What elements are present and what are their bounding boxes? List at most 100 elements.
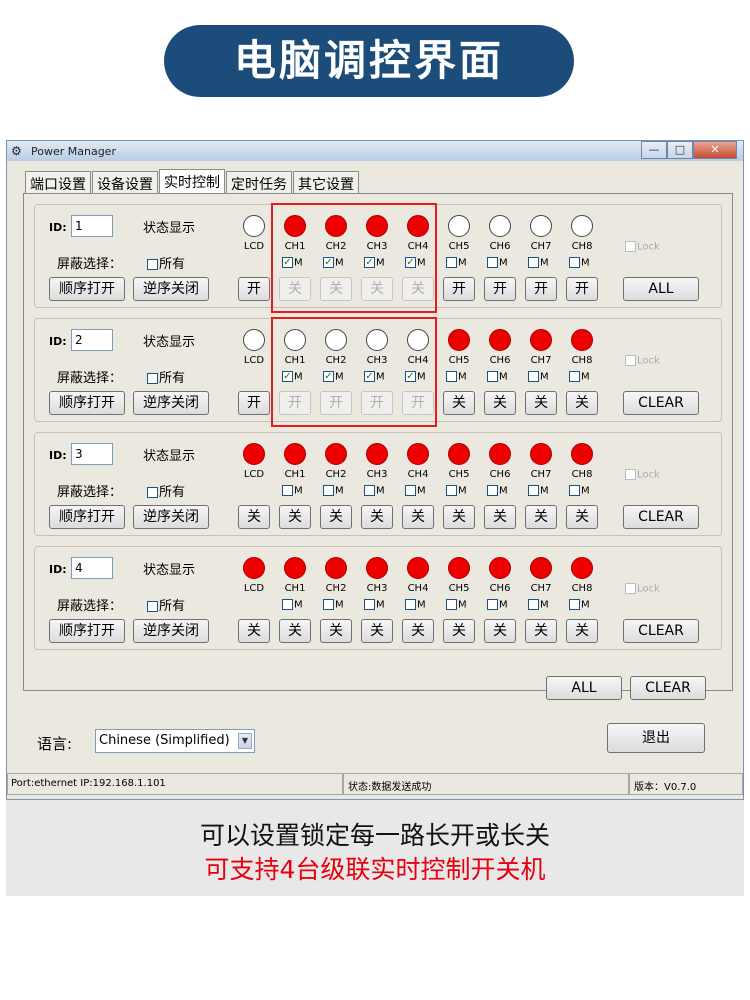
mask-checkbox-ch8[interactable]: M	[569, 485, 590, 497]
select-all-checkbox[interactable]: 所有	[147, 253, 185, 272]
checkbox-box[interactable]	[487, 599, 498, 610]
select-all-checkbox[interactable]: 所有	[147, 481, 185, 500]
sequential-open-button[interactable]: 顺序打开	[49, 391, 125, 415]
switch-button-ch8[interactable]: 关	[566, 505, 598, 529]
switch-button-ch5[interactable]: 关	[443, 391, 475, 415]
sequential-open-button[interactable]: 顺序打开	[49, 619, 125, 643]
mask-checkbox-ch6[interactable]: M	[487, 599, 508, 611]
tab-4[interactable]: 其它设置	[293, 171, 359, 193]
switch-button-ch4[interactable]: 关	[402, 619, 434, 643]
mask-checkbox-ch6[interactable]: M	[487, 485, 508, 497]
tab-0[interactable]: 端口设置	[25, 171, 91, 193]
switch-button-ch3[interactable]: 关	[361, 619, 393, 643]
sequential-open-button[interactable]: 顺序打开	[49, 277, 125, 301]
checkbox-box[interactable]	[323, 485, 334, 496]
mask-checkbox-ch2[interactable]: M	[323, 485, 344, 497]
reverse-close-button[interactable]: 逆序关闭	[133, 505, 209, 529]
chevron-down-icon[interactable]: ▼	[238, 733, 252, 749]
exit-button[interactable]: 退出	[607, 723, 705, 753]
tab-2[interactable]: 实时控制	[159, 169, 225, 193]
device-id-input[interactable]: 1	[71, 215, 113, 237]
device-id-input[interactable]: 2	[71, 329, 113, 351]
checkbox-box[interactable]	[147, 487, 158, 498]
checkbox-box[interactable]	[282, 599, 293, 610]
mask-checkbox-ch4[interactable]: M	[405, 485, 426, 497]
checkbox-box[interactable]	[405, 599, 416, 610]
mask-checkbox-ch8[interactable]: M	[569, 371, 590, 383]
mask-checkbox-ch8[interactable]: M	[569, 599, 590, 611]
tab-3[interactable]: 定时任务	[226, 171, 292, 193]
reverse-close-button[interactable]: 逆序关闭	[133, 277, 209, 301]
device-id-input[interactable]: 4	[71, 557, 113, 579]
mask-checkbox-ch8[interactable]: M	[569, 257, 590, 269]
switch-button-ch8[interactable]: 开	[566, 277, 598, 301]
checkbox-box[interactable]	[569, 485, 580, 496]
device-id-input[interactable]: 3	[71, 443, 113, 465]
checkbox-box[interactable]	[528, 371, 539, 382]
mask-checkbox-ch1[interactable]: M	[282, 485, 303, 497]
checkbox-box[interactable]	[364, 485, 375, 496]
switch-button-ch1[interactable]: 关	[279, 619, 311, 643]
group-action-button[interactable]: CLEAR	[623, 505, 699, 529]
clear-button[interactable]: CLEAR	[630, 676, 706, 700]
checkbox-box[interactable]	[528, 257, 539, 268]
switch-button-ch7[interactable]: 关	[525, 619, 557, 643]
language-select[interactable]: Chinese (Simplified) ▼	[95, 729, 255, 753]
group-action-button[interactable]: CLEAR	[623, 619, 699, 643]
switch-button-ch8[interactable]: 关	[566, 391, 598, 415]
mask-checkbox-ch7[interactable]: M	[528, 599, 549, 611]
mask-checkbox-ch3[interactable]: M	[364, 599, 385, 611]
minimize-button[interactable]: —	[641, 141, 667, 159]
checkbox-box[interactable]	[487, 257, 498, 268]
switch-button-ch6[interactable]: 关	[484, 505, 516, 529]
tab-1[interactable]: 设备设置	[92, 171, 158, 193]
switch-button-ch7[interactable]: 开	[525, 277, 557, 301]
switch-button-lcd[interactable]: 关	[238, 505, 270, 529]
checkbox-box[interactable]	[569, 257, 580, 268]
checkbox-box[interactable]	[487, 371, 498, 382]
switch-button-ch2[interactable]: 关	[320, 619, 352, 643]
select-all-checkbox[interactable]: 所有	[147, 595, 185, 614]
mask-checkbox-ch5[interactable]: M	[446, 485, 467, 497]
checkbox-box[interactable]	[364, 599, 375, 610]
switch-button-ch6[interactable]: 关	[484, 391, 516, 415]
mask-checkbox-ch4[interactable]: M	[405, 599, 426, 611]
checkbox-box[interactable]	[569, 599, 580, 610]
checkbox-box[interactable]	[147, 259, 158, 270]
checkbox-box[interactable]	[446, 485, 457, 496]
mask-checkbox-ch3[interactable]: M	[364, 485, 385, 497]
switch-button-ch5[interactable]: 开	[443, 277, 475, 301]
checkbox-box[interactable]	[446, 599, 457, 610]
switch-button-ch7[interactable]: 关	[525, 505, 557, 529]
checkbox-box[interactable]	[487, 485, 498, 496]
checkbox-box[interactable]	[528, 599, 539, 610]
sequential-open-button[interactable]: 顺序打开	[49, 505, 125, 529]
checkbox-box[interactable]	[528, 485, 539, 496]
mask-checkbox-ch5[interactable]: M	[446, 599, 467, 611]
maximize-button[interactable]: □	[667, 141, 693, 159]
checkbox-box[interactable]	[446, 257, 457, 268]
mask-checkbox-ch2[interactable]: M	[323, 599, 344, 611]
switch-button-ch5[interactable]: 关	[443, 505, 475, 529]
mask-checkbox-ch5[interactable]: M	[446, 257, 467, 269]
switch-button-ch7[interactable]: 关	[525, 391, 557, 415]
checkbox-box[interactable]	[147, 601, 158, 612]
checkbox-box[interactable]	[147, 373, 158, 384]
switch-button-ch8[interactable]: 关	[566, 619, 598, 643]
reverse-close-button[interactable]: 逆序关闭	[133, 619, 209, 643]
switch-button-lcd[interactable]: 开	[238, 391, 270, 415]
checkbox-box[interactable]	[405, 485, 416, 496]
checkbox-box[interactable]	[282, 485, 293, 496]
mask-checkbox-ch7[interactable]: M	[528, 371, 549, 383]
group-action-button[interactable]: CLEAR	[623, 391, 699, 415]
switch-button-ch4[interactable]: 关	[402, 505, 434, 529]
switch-button-ch6[interactable]: 开	[484, 277, 516, 301]
mask-checkbox-ch6[interactable]: M	[487, 257, 508, 269]
switch-button-lcd[interactable]: 开	[238, 277, 270, 301]
all-button[interactable]: ALL	[546, 676, 622, 700]
group-action-button[interactable]: ALL	[623, 277, 699, 301]
switch-button-ch5[interactable]: 关	[443, 619, 475, 643]
mask-checkbox-ch6[interactable]: M	[487, 371, 508, 383]
switch-button-ch3[interactable]: 关	[361, 505, 393, 529]
switch-button-lcd[interactable]: 关	[238, 619, 270, 643]
